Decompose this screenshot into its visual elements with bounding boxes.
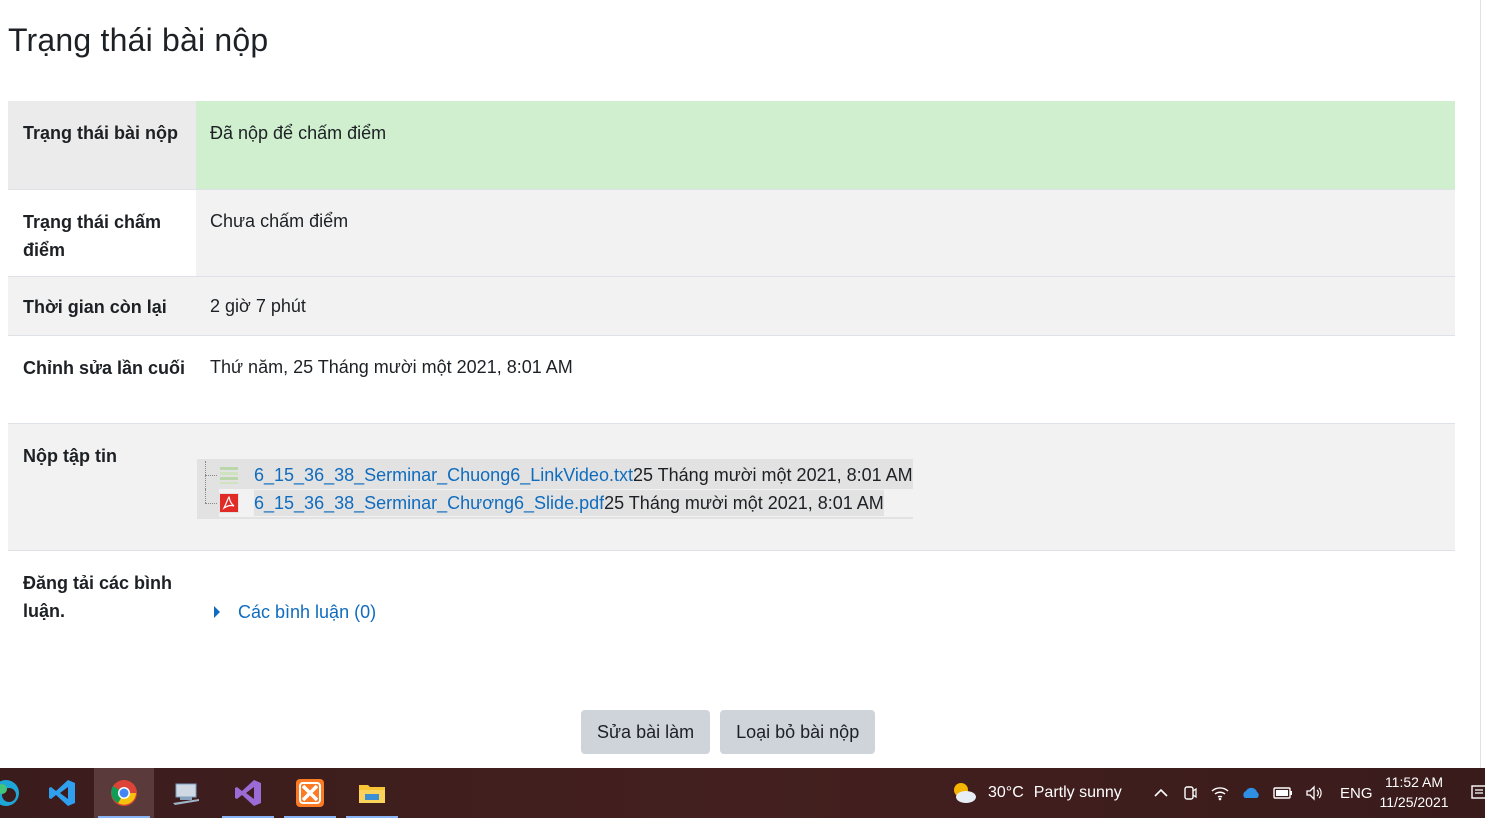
file-explorer-icon[interactable]: [342, 768, 402, 818]
weather-condition: Partly sunny: [1033, 784, 1122, 801]
file-item: 6_15_36_38_Serminar_Chuong6_LinkVideo.tx…: [197, 460, 913, 489]
tree-branch: [197, 460, 219, 489]
edit-submission-button[interactable]: Sửa bài làm: [581, 710, 711, 754]
weather-widget[interactable]: 30°C Partly sunny: [950, 768, 1122, 818]
chrome-icon[interactable]: [94, 768, 154, 818]
chevron-up-icon[interactable]: [1152, 784, 1170, 802]
pdf-file-icon: [219, 492, 239, 513]
clock-time: 11:52 AM: [1384, 774, 1444, 790]
file-link[interactable]: 6_15_36_38_Serminar_Chương6_Slide.pdf: [254, 489, 605, 516]
table-row: Đăng tải các bình luận. Các bình luận (0…: [8, 550, 1455, 650]
comments-link[interactable]: Các bình luận (0): [238, 599, 376, 625]
time-remaining-value: 2 giờ 7 phút: [196, 276, 1455, 335]
remove-submission-button[interactable]: Loại bỏ bài nộp: [720, 710, 876, 754]
file-tree: 6_15_36_38_Serminar_Chuong6_LinkVideo.tx…: [197, 458, 913, 519]
remote-desktop-icon[interactable]: [156, 768, 216, 818]
caret-right-icon: [214, 605, 220, 618]
system-clock[interactable]: 11:52 AM 11/25/2021: [1370, 772, 1458, 812]
table-row: Thời gian còn lại 2 giờ 7 phút: [8, 276, 1455, 335]
table-row: Nộp tập tin 6_15_36_38_Serminar_Chuong6_…: [8, 423, 1455, 550]
submission-status-value: Đã nộp để chấm điểm: [196, 101, 1455, 189]
grading-status-value: Chưa chấm điểm: [196, 189, 1455, 276]
page-title: Trạng thái bài nộp: [8, 22, 269, 58]
table-row: Trạng thái bài nộp Đã nộp để chấm điểm: [8, 101, 1455, 189]
onedrive-icon[interactable]: [1240, 784, 1262, 802]
partly-sunny-icon: [954, 783, 976, 803]
xampp-icon[interactable]: [280, 768, 340, 818]
system-tray: ENG: [1152, 768, 1373, 818]
row-label: Trạng thái chấm điểm: [8, 189, 196, 276]
row-label: Chỉnh sửa lần cuối: [8, 335, 196, 423]
weather-temp: 30°C: [988, 784, 1024, 801]
submission-status-table: Trạng thái bài nộp Đã nộp để chấm điểm T…: [8, 101, 1455, 650]
file-link[interactable]: 6_15_36_38_Serminar_Chuong6_LinkVideo.tx…: [254, 462, 633, 488]
file-submissions-cell: 6_15_36_38_Serminar_Chuong6_LinkVideo.tx…: [196, 423, 1455, 550]
row-label: Đăng tải các bình luận.: [8, 550, 196, 650]
action-buttons: Sửa bài làm Loại bỏ bài nộp: [581, 710, 876, 754]
moodle-page: Trạng thái bài nộp Trạng thái bài nộp Đã…: [0, 0, 1485, 768]
comments-toggle[interactable]: Các bình luận (0): [214, 599, 1441, 625]
wifi-icon[interactable]: [1210, 783, 1230, 803]
tree-branch: [197, 488, 219, 517]
table-row: Chỉnh sửa lần cuối Thứ năm, 25 Tháng mườ…: [8, 335, 1455, 423]
file-date: 25 Tháng mười một 2021, 8:01 AM: [632, 464, 913, 485]
row-label: Trạng thái bài nộp: [8, 101, 196, 189]
language-indicator[interactable]: ENG: [1340, 785, 1373, 802]
scrollbar-track: [1480, 0, 1481, 768]
text-file-icon: [220, 466, 238, 484]
battery-icon[interactable]: [1272, 784, 1294, 802]
last-modified-value: Thứ năm, 25 Tháng mười một 2021, 8:01 AM: [196, 335, 1455, 423]
file-date: 25 Tháng mười một 2021, 8:01 AM: [604, 489, 884, 516]
meet-now-icon[interactable]: [1180, 783, 1200, 803]
notification-icon: [1471, 785, 1485, 799]
table-row: Trạng thái chấm điểm Chưa chấm điểm: [8, 189, 1455, 276]
notifications-button[interactable]: [1470, 768, 1485, 818]
row-label: Thời gian còn lại: [8, 276, 196, 335]
windows-taskbar: 30°C Partly sunny ENG 11:52 AM 11/25/202…: [0, 768, 1485, 818]
vscode-icon[interactable]: [32, 768, 92, 818]
speaker-icon[interactable]: [1304, 784, 1326, 802]
visual-studio-icon[interactable]: [218, 768, 278, 818]
row-label: Nộp tập tin: [8, 423, 196, 550]
clock-date: 11/25/2021: [1379, 794, 1449, 810]
edge-icon[interactable]: [0, 768, 36, 818]
comments-cell: Các bình luận (0): [196, 550, 1455, 650]
file-item: 6_15_36_38_Serminar_Chương6_Slide.pdf 25…: [197, 488, 913, 517]
